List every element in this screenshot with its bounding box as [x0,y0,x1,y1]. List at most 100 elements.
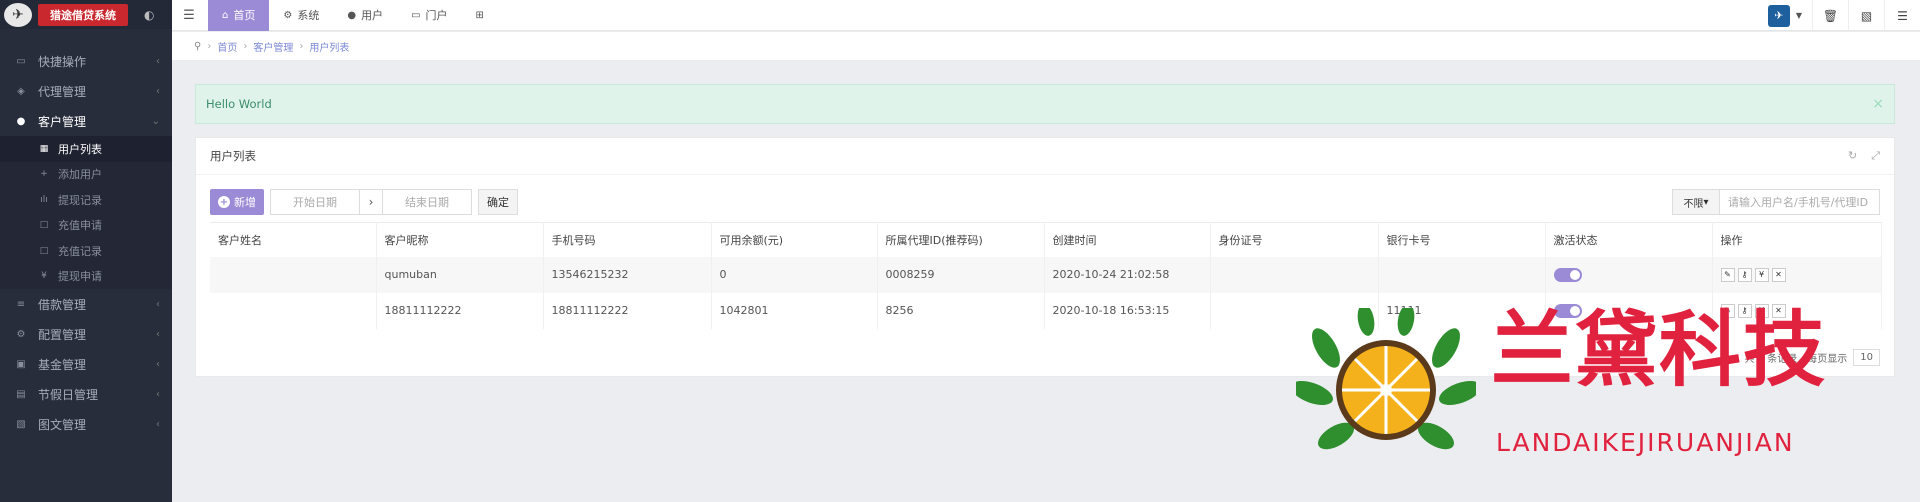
users-icon: ◈ [17,85,25,97]
sidebar-item-label: 图文管理 [38,417,87,432]
caret-down-icon: ▾ [1703,196,1709,208]
trash-button[interactable]: 🗑 [1812,0,1848,31]
alert-text: Hello World [206,97,272,111]
topbar: ☰ ⌂ 首页 ⚙ 系统 ● 用户 ▭ 门户 ⊞ ✈ ▼ 🗑 ▧ ☰ [172,0,1920,31]
chevron-down-icon: ⌄ [151,115,160,127]
sidebar-item-customer[interactable]: ● 客户管理 ⌄ [0,106,172,136]
sidebar-item-holiday[interactable]: ▤ 节假日管理 ‹ [0,379,172,409]
home-icon: ⌂ [222,9,229,21]
breadcrumb-separator: › [243,40,248,52]
panel-title: 用户列表 [210,149,256,163]
column-header[interactable]: 手机号码 [543,222,712,257]
image-button[interactable]: ▧ [1848,0,1884,31]
search-filter-select[interactable]: 不限 ▾ [1672,189,1720,215]
add-button[interactable]: + 新增 [210,189,264,215]
sidebar-item-graphic[interactable]: ▧ 图文管理 ‹ [0,409,172,439]
tab-portal[interactable]: ▭ 门户 [397,0,461,31]
sidebar-subitem-label: 用户列表 [58,142,102,156]
yen-icon[interactable]: ¥ [1754,267,1769,282]
search-input[interactable]: 请输入用户名/手机号/代理ID [1720,189,1880,215]
image-icon: ▧ [1860,8,1873,23]
sidebar-item-label: 借款管理 [38,297,87,312]
watermark: 兰黛科技 LANDAIKEJIRUANJIAN [1296,308,1886,468]
fullscreen-icon[interactable]: ⤢ [1871,149,1880,163]
sidebar-subitem-label: 提现申请 [58,270,102,284]
breadcrumb-home[interactable]: 首页 [217,39,237,54]
table-cell: 13546215232 [543,256,712,293]
start-date-input[interactable]: 开始日期 [270,189,360,215]
sidebar: ✈ 猎途借贷系统 ◐ ▭ 快捷操作 ‹ ◈ 代理管理 ‹ ● 客户管理 ⌄ ▦ 用户列表 + 添… [0,0,172,502]
table-icon: ▦ [39,143,49,154]
theme-toggle-icon[interactable]: ◐ [144,8,154,22]
column-header[interactable]: 激活状态 [1545,222,1713,257]
table-cell [210,256,377,293]
tab-user[interactable]: ● 用户 [333,0,397,31]
sidebar-item-loan[interactable]: ≡ 借款管理 ‹ [0,289,172,319]
calendar-icon: ▤ [16,388,26,400]
sidebar-subitem-add-user[interactable]: + 添加用户 [0,161,172,187]
edit-icon[interactable]: ✎ [1720,267,1735,282]
grid-icon: ⊞ [475,9,484,21]
breadcrumb-separator: › [207,40,212,52]
column-header[interactable]: 可用余额(元) [711,222,878,257]
tab-grid[interactable]: ⊞ [462,0,503,31]
tab-home[interactable]: ⌂ 首页 [208,0,270,31]
column-header[interactable]: 操作 [1712,222,1882,257]
chevron-left-icon: ‹ [156,55,160,67]
end-date-input[interactable]: 结束日期 [382,189,472,215]
portal-icon: ▭ [411,9,421,21]
list-icon: ☰ [1897,8,1908,23]
add-button-label: 新增 [234,196,256,209]
delete-icon[interactable]: ✕ [1771,267,1786,282]
breadcrumb: ⚲ › 首页 › 客户管理 › 用户列表 [172,32,1920,60]
sidebar-item-agent[interactable]: ◈ 代理管理 ‹ [0,76,172,106]
table-header-row: 客户姓名 客户昵称 手机号码 可用余额(元) 所属代理ID(推荐码) 创建时间 … [210,222,1882,257]
sidebar-subitem-user-list[interactable]: ▦ 用户列表 [0,136,172,162]
refresh-icon[interactable]: ↻ [1848,149,1857,163]
chevron-left-icon: ‹ [156,85,160,97]
topbar-right: ✈ ▼ 🗑 ▧ ☰ [1767,0,1920,31]
column-header[interactable]: 银行卡号 [1378,222,1546,257]
breadcrumb-separator: › [299,40,304,52]
avatar[interactable]: ✈ [1767,4,1790,27]
logo-banner: 猎途借贷系统 [38,3,128,26]
caret-down-icon[interactable]: ▼ [1796,11,1802,20]
chevron-left-icon: ‹ [156,298,160,310]
sidebar-subitem-withdraw-apply[interactable]: ¥ 提现申请 [0,263,172,289]
column-header[interactable]: 客户姓名 [210,222,377,257]
sidebar-subitem-withdraw-log[interactable]: ılı 提现记录 [0,187,172,213]
sidebar-item-label: 快捷操作 [38,54,87,69]
confirm-button[interactable]: 确定 [478,189,518,215]
sidebar-item-quick[interactable]: ▭ 快捷操作 ‹ [0,46,172,76]
table-cell: 18811112222 [376,292,544,329]
gear-icon: ⚙ [283,9,293,21]
sidebar-subitem-label: 添加用户 [58,168,102,182]
alert-success: Hello World × [195,84,1895,124]
sidebar-item-config[interactable]: ⚙ 配置管理 ‹ [0,319,172,349]
sidebar-subitem-recharge-apply[interactable]: □ 充值申请 [0,212,172,238]
active-toggle[interactable] [1553,267,1582,282]
search-filter-label: 不限 [1683,198,1704,210]
column-header[interactable]: 客户昵称 [376,222,544,257]
column-header[interactable]: 创建时间 [1044,222,1211,257]
table-cell: 18811112222 [543,292,712,329]
hamburger-icon[interactable]: ☰ [176,8,202,23]
table-cell [1210,256,1379,293]
sidebar-item-label: 节假日管理 [38,387,99,402]
column-header[interactable]: 身份证号 [1210,222,1379,257]
tab-label: 系统 [297,9,320,22]
column-header[interactable]: 所属代理ID(推荐码) [877,222,1045,257]
sidebar-item-label: 基金管理 [38,357,87,372]
close-icon[interactable]: × [1872,96,1884,112]
table-cell [1545,256,1713,293]
map-marker-icon: ⚲ [194,40,202,52]
sidebar-subitem-recharge-log[interactable]: □ 充值记录 [0,238,172,264]
key-icon[interactable]: ⚷ [1737,267,1752,282]
square-icon: □ [39,245,49,256]
settings-list-button[interactable]: ☰ [1884,0,1920,31]
plus-circle-icon: + [218,196,230,208]
table-cell [210,292,377,329]
breadcrumb-customer[interactable]: 客户管理 [253,39,293,54]
tab-system[interactable]: ⚙ 系统 [269,0,333,31]
sidebar-item-fund[interactable]: ▣ 基金管理 ‹ [0,349,172,379]
